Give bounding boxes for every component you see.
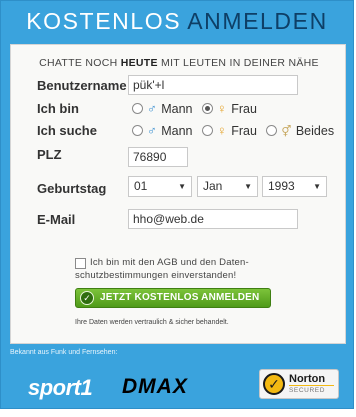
birthday-day-select[interactable]: 01 ▼ — [128, 176, 192, 197]
chevron-down-icon: ▼ — [313, 182, 321, 191]
privacy-note: Ihre Daten werden vertraulich & sicher b… — [75, 319, 229, 326]
norton-check-icon: ✓ — [263, 373, 285, 395]
plz-label: PLZ — [37, 147, 62, 162]
seeking-frau-label: Frau — [231, 124, 257, 138]
male-symbol-icon: ♂ — [147, 123, 157, 138]
username-input[interactable]: pük'+l — [128, 75, 298, 95]
gender-frau-label: Frau — [231, 102, 257, 116]
birthday-year-value: 1993 — [268, 179, 295, 193]
registration-widget: KOSTENLOS ANMELDEN CHATTE NOCH HEUTE MIT … — [0, 0, 354, 409]
birthday-day-value: 01 — [134, 179, 148, 193]
seeking-beides-radio[interactable] — [266, 125, 278, 136]
known-from-label: Bekannt aus Funk und Fernsehen: — [10, 349, 118, 356]
birthday-year-select[interactable]: 1993 ▼ — [262, 176, 327, 197]
gender-mann-radio[interactable] — [132, 103, 143, 114]
header-word-2: ANMELDEN — [187, 8, 328, 34]
birthday-month-value: Jan — [203, 179, 223, 193]
gender-label: Ich bin — [37, 101, 79, 116]
seeking-beides-label: Beides — [295, 124, 335, 138]
gender-frau-radio[interactable] — [202, 103, 213, 114]
birthday-month-select[interactable]: Jan ▼ — [197, 176, 258, 197]
form-panel: CHATTE NOCH HEUTE MIT LEUTEN IN DEINER N… — [10, 44, 346, 344]
seeking-label: Ich suche — [37, 123, 97, 138]
register-button-label: JETZT KOSTENLOS ANMELDEN — [100, 292, 260, 303]
consent-text: Ich bin mit den AGB und den Daten-schutz… — [75, 257, 249, 281]
dmax-logo: DMAX — [122, 375, 188, 399]
chevron-down-icon: ▼ — [178, 182, 186, 191]
subheading-bold: HEUTE — [120, 57, 158, 69]
dmax-logo-text: DMAX — [122, 375, 188, 398]
male-symbol-icon: ♂ — [147, 101, 157, 116]
plz-input[interactable]: 76890 — [128, 147, 188, 167]
gender-options: ♂ Mann ♀ Frau — [132, 101, 263, 116]
sport1-logo-text: sport1 — [28, 375, 93, 400]
subheading-prefix: CHATTE NOCH — [39, 57, 118, 69]
norton-subtitle: SECURED — [289, 387, 325, 394]
subheading: CHATTE NOCH HEUTE MIT LEUTEN IN DEINER N… — [11, 57, 347, 69]
register-button[interactable]: ✓ JETZT KOSTENLOS ANMELDEN — [75, 288, 271, 308]
username-label: Benutzername — [37, 78, 127, 93]
norton-title: Norton — [289, 373, 326, 385]
norton-secured-badge: ✓ Norton SECURED — [259, 369, 339, 399]
email-input[interactable]: hho@web.de — [128, 209, 298, 229]
seeking-options: ♂ Mann ♀ Frau ⚥ Beides — [132, 123, 340, 138]
female-symbol-icon: ♀ — [217, 101, 227, 116]
header-word-1: KOSTENLOS — [26, 8, 182, 34]
email-label: E-Mail — [37, 212, 76, 227]
chevron-down-icon: ▼ — [244, 182, 252, 191]
norton-divider — [289, 385, 334, 386]
seeking-frau-radio[interactable] — [202, 125, 213, 136]
seeking-mann-label: Mann — [161, 124, 193, 138]
birthday-label: Geburtstag — [37, 181, 107, 196]
both-genders-icon: ⚥ — [281, 126, 292, 138]
female-symbol-icon: ♀ — [217, 123, 227, 138]
header-title: KOSTENLOS ANMELDEN — [1, 1, 353, 41]
gender-mann-label: Mann — [161, 102, 193, 116]
subheading-suffix: MIT LEUTEN IN DEINER NÄHE — [161, 57, 319, 69]
seeking-mann-radio[interactable] — [132, 125, 143, 136]
sport1-logo: sport1 — [28, 375, 93, 401]
checkmark-icon: ✓ — [80, 291, 94, 305]
